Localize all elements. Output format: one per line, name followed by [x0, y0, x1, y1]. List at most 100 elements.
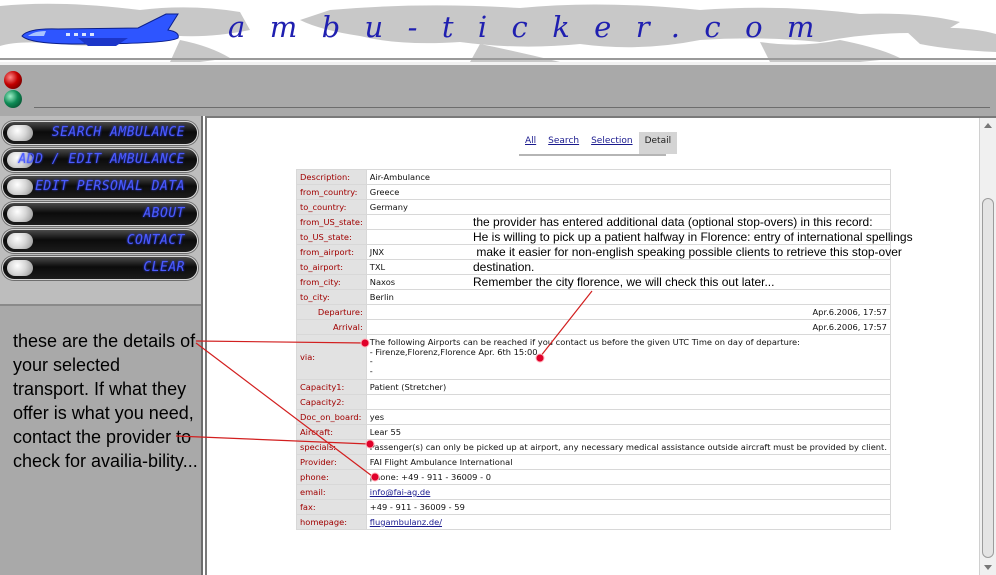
knob-icon [7, 260, 33, 276]
field-label: homepage: [296, 514, 367, 530]
field-label: from_airport: [296, 244, 367, 260]
site-title: ambu-ticker.com [228, 10, 839, 44]
field-value: Air-Ambulance [365, 169, 891, 185]
field-label: email: [296, 484, 367, 500]
field-label: from_country: [296, 184, 367, 200]
annotation-line: make it easier for non-english speaking … [473, 245, 902, 259]
field-label: to_airport: [296, 259, 367, 275]
field-value [365, 394, 891, 410]
field-value: Apr.6.2006, 17:57 [365, 304, 891, 320]
table-row: from_country: Greece [296, 184, 891, 200]
field-value: Berlin [365, 289, 891, 305]
tab-search[interactable]: Search [542, 132, 585, 154]
help-text: these are the details of your selected t… [13, 331, 198, 471]
app-window: ambu-ticker.com SEARCH AMBULANCE ADD / E… [0, 0, 996, 575]
knob-icon [7, 206, 33, 222]
field-value: yes [365, 409, 891, 425]
via-line: - [369, 356, 373, 366]
tab-selection[interactable]: Selection [585, 132, 638, 154]
field-label: Departure: [296, 304, 367, 320]
tab-all[interactable]: All [519, 132, 542, 154]
table-row: fax: +49 - 911 - 36009 - 59 [296, 499, 891, 515]
field-value: Apr.6.2006, 17:57 [365, 319, 891, 335]
field-label: Provider: [296, 454, 367, 470]
field-value: FAI Flight Ambulance International [365, 454, 891, 470]
table-row: phone: phone: +49 - 911 - 36009 - 0 [296, 469, 891, 485]
field-value: Passenger(s) can only be picked up at ai… [365, 439, 891, 455]
via-line: - [369, 365, 373, 376]
field-label: to_city: [296, 289, 367, 305]
field-label: from_city: [296, 274, 367, 290]
tab-underline [519, 154, 666, 156]
field-value: Lear 55 [365, 424, 891, 440]
table-row: homepage: flugambulanz.de/ [296, 514, 891, 530]
annotation-line: destination. [473, 260, 535, 274]
about-button[interactable]: ABOUT [2, 202, 198, 226]
add-edit-ambulance-button[interactable]: ADD / EDIT AMBULANCE [2, 148, 198, 172]
scroll-down-icon[interactable] [980, 559, 996, 575]
tab-bar: All Search Selection Detail [519, 132, 678, 154]
field-label: via: [296, 334, 367, 380]
annotation-line: He is willing to pick up a patient halfw… [473, 230, 913, 244]
table-row: specials: Passenger(s) can only be picked… [296, 439, 891, 455]
table-row: Arrival: Apr.6.2006, 17:57 [296, 319, 891, 335]
table-row: to_city: Berlin [296, 289, 891, 305]
table-row: Departure: Apr.6.2006, 17:57 [296, 304, 891, 320]
nav-label: SEARCH AMBULANCE [51, 125, 185, 140]
sidebar: SEARCH AMBULANCE ADD / EDIT AMBULANCE ED… [0, 116, 203, 575]
header-banner: ambu-ticker.com [0, 0, 996, 62]
email-link[interactable]: info@fai-ag.de [370, 487, 431, 497]
field-label: Capacity1: [296, 379, 367, 395]
table-row: Aircraft: Lear 55 [296, 424, 891, 440]
field-label: specials: [296, 439, 367, 455]
field-label: Arrival: [296, 319, 367, 335]
tab-detail[interactable]: Detail [638, 132, 678, 154]
red-light-icon [4, 71, 22, 89]
vertical-scrollbar[interactable] [979, 118, 996, 575]
via-line: - Firenze,Florenz,Florence Apr. 6th 15:0… [369, 346, 538, 357]
status-bar [0, 62, 996, 116]
annotation-line: Remember the city florence, we will chec… [473, 275, 775, 289]
annotation-line: the provider has entered additional data… [473, 215, 873, 229]
annotation-note: the provider has entered additional data… [473, 215, 913, 290]
nav-label: ABOUT [143, 206, 185, 221]
edit-personal-data-button[interactable]: EDIT PERSONAL DATA [2, 175, 198, 199]
field-label: Aircraft: [296, 424, 367, 440]
table-row: Provider: FAI Flight Ambulance Internatio… [296, 454, 891, 470]
table-row: Doc_on_board: yes [296, 409, 891, 425]
airplane-icon [21, 13, 179, 46]
field-label: from_US_state: [296, 214, 367, 230]
main-content: All Search Selection Detail Description:… [205, 116, 996, 575]
search-ambulance-button[interactable]: SEARCH AMBULANCE [2, 121, 198, 145]
field-label: Description: [296, 169, 367, 185]
nav-label: ADD / EDIT AMBULANCE [18, 152, 185, 167]
table-row: Capacity1: Patient (Stretcher) [296, 379, 891, 395]
nav-label: CLEAR [143, 260, 185, 275]
table-row: Capacity2: [296, 394, 891, 410]
field-label: to_country: [296, 199, 367, 215]
nav-label: CONTACT [126, 233, 185, 248]
field-label: fax: [296, 499, 367, 515]
table-row: via: The following Airports can be reach… [296, 334, 891, 380]
sidebar-nav: SEARCH AMBULANCE ADD / EDIT AMBULANCE ED… [0, 116, 201, 306]
knob-icon [7, 125, 33, 141]
field-label: Doc_on_board: [296, 409, 367, 425]
scroll-up-icon[interactable] [980, 118, 996, 134]
field-label: to_US_state: [296, 229, 367, 245]
table-row: Description: Air-Ambulance [296, 169, 891, 185]
contact-button[interactable]: CONTACT [2, 229, 198, 253]
green-light-icon [4, 90, 22, 108]
field-label: Capacity2: [296, 394, 367, 410]
table-row: to_country: Germany [296, 199, 891, 215]
toolbar-divider [34, 107, 990, 108]
scroll-thumb[interactable] [982, 198, 994, 558]
clear-button[interactable]: CLEAR [2, 256, 198, 280]
field-value: +49 - 911 - 36009 - 59 [365, 499, 891, 515]
table-row: email: info@fai-ag.de [296, 484, 891, 500]
field-value: phone: +49 - 911 - 36009 - 0 [365, 469, 891, 485]
nav-label: EDIT PERSONAL DATA [35, 179, 185, 194]
via-value: The following Airports can be reached if… [365, 334, 891, 380]
knob-icon [7, 233, 33, 249]
field-value: Greece [365, 184, 891, 200]
homepage-link[interactable]: flugambulanz.de/ [370, 517, 442, 527]
